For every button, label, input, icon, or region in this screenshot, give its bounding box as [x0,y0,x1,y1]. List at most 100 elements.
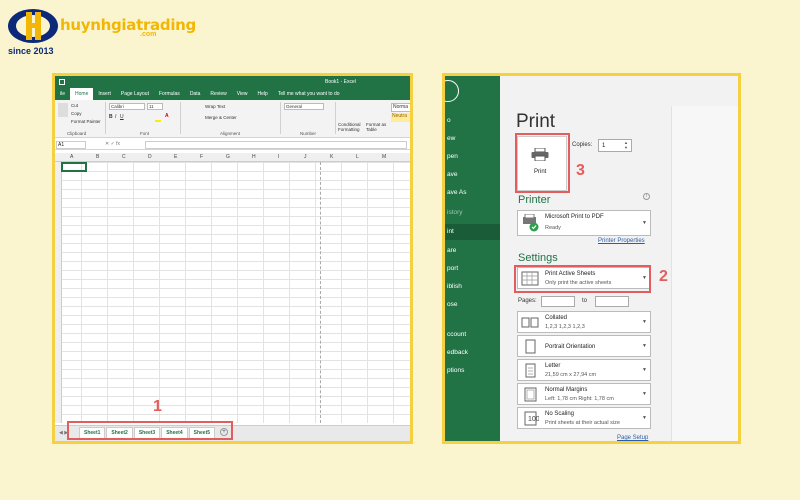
tab-file[interactable]: ile [55,88,70,100]
column-header[interactable]: H [252,154,256,160]
font-color-icon[interactable]: A [165,113,169,119]
printer-header: Printer [518,194,551,206]
svg-text:100: 100 [528,416,539,423]
page-break-line [320,162,321,423]
nav-options[interactable]: ptions [445,364,500,378]
underline-button[interactable]: U [120,114,124,120]
column-header[interactable]: B [96,154,99,160]
tab-help[interactable]: Help [253,88,273,100]
tab-home[interactable]: Home [70,88,94,100]
column-header[interactable]: F [200,154,203,160]
row-headers[interactable] [55,162,62,423]
column-header[interactable]: L [356,154,359,160]
font-name-select[interactable]: Calibri [109,103,145,110]
margins-select[interactable]: Normal Margins Left: 1,78 cm Right: 1,78… [517,383,651,405]
font-size-select[interactable]: 11 [147,103,163,110]
scaling-icon: 100 [521,411,539,426]
cut-button[interactable]: Cut [71,103,78,108]
column-headers: A B C D E F G H I J K L M [55,153,410,162]
number-group-label: Number [300,131,317,136]
wrap-text-button[interactable]: Wrap Text [205,104,225,109]
copy-button[interactable]: Copy [71,111,82,116]
column-header[interactable]: C [122,154,126,160]
nav-share[interactable]: are [445,244,500,258]
column-header[interactable]: A [70,154,73,160]
nav-info[interactable]: o [445,114,500,128]
ribbon: Cut Copy Format Painter Clipboard Calibr… [55,100,410,138]
copies-stepper[interactable]: ▲ ▼ [624,140,628,150]
clipboard-group-label: Clipboard [67,131,87,136]
backstage-nav: o ew pen ave ave As istory int are port … [445,76,500,441]
copies-label: Copies: [572,142,593,148]
tell-me-search[interactable]: Tell me what you want to do [273,88,345,100]
nav-new[interactable]: ew [445,132,500,146]
nav-open[interactable]: pen [445,150,500,164]
nav-close[interactable]: ose [445,298,500,312]
column-header[interactable]: E [174,154,177,160]
orientation-select[interactable]: Portrait Orientation ▼ [517,335,651,357]
printer-properties-link[interactable]: Printer Properties [598,238,645,244]
bold-button[interactable]: B [109,114,113,120]
back-arrow-icon[interactable] [445,80,459,102]
tab-data[interactable]: Data [185,88,206,100]
column-header[interactable]: M [382,154,386,160]
scaling-select[interactable]: 100 No Scaling Print sheets at their act… [517,407,651,429]
style-neutral[interactable]: Neutra [391,113,410,122]
collation-select[interactable]: Collated 1,2,3 1,2,3 1,2,3 ▼ [517,311,651,333]
formula-bar: A1 ✕ ✓ fx [55,139,410,150]
nav-save-as[interactable]: ave As [445,186,500,200]
column-header[interactable]: I [278,154,279,160]
settings-header: Settings [518,252,558,264]
cell-grid[interactable] [55,162,410,423]
nav-save[interactable]: ave [445,168,500,182]
style-normal[interactable]: Norma [391,103,410,112]
merge-center-button[interactable]: Merge & Center [205,115,237,120]
printer-select[interactable]: Microsoft Print to PDF Ready ▼ [517,210,651,236]
column-header[interactable]: G [226,154,230,160]
print-screenshot-panel: o ew pen ave ave As istory int are port … [442,73,741,444]
formula-input[interactable] [145,141,407,149]
tab-insert[interactable]: Insert [93,88,116,100]
nav-export[interactable]: port [445,262,500,276]
tab-view[interactable]: View [232,88,253,100]
tab-page-layout[interactable]: Page Layout [116,88,154,100]
step-number-3: 3 [576,162,585,179]
nav-account[interactable]: ccount [445,328,500,342]
save-icon[interactable] [59,79,65,85]
format-as-table-button[interactable]: Format as Table [366,122,388,132]
number-format-select[interactable]: General [284,103,324,110]
fill-color-icon[interactable] [155,120,161,122]
nav-publish[interactable]: iblish [445,280,500,294]
nav-feedback[interactable]: edback [445,346,500,360]
setting-subtitle: 21,59 cm x 27,94 cm [545,372,597,378]
paste-icon[interactable] [58,103,68,117]
setting-title: Collated [545,315,568,321]
step-number-1: 1 [153,398,162,415]
name-box[interactable]: A1 [56,141,86,149]
nav-print[interactable]: int [445,224,500,240]
tab-review[interactable]: Review [205,88,231,100]
conditional-formatting-button[interactable]: Conditional Formatting [338,122,364,132]
setting-title: Normal Margins [545,387,588,393]
chevron-down-icon: ▼ [642,367,647,373]
pages-to-input[interactable] [595,296,629,307]
alignment-group-label: Alignment [220,131,241,136]
italic-button[interactable]: I [115,114,116,120]
nav-history[interactable]: istory [445,206,500,220]
column-header[interactable]: D [148,154,152,160]
format-painter-button[interactable]: Format Painter [71,119,101,124]
paper-size-select[interactable]: Letter 21,59 cm x 27,94 cm ▼ [517,359,651,381]
setting-title: Portrait Orientation [545,344,596,350]
logo-text: huynhgiatrading [60,16,196,34]
column-header[interactable]: J [304,154,307,160]
printer-status: Ready [545,225,561,231]
tab-formulas[interactable]: Formulas [154,88,185,100]
active-cell[interactable] [61,162,87,172]
setting-title: No Scaling [545,411,575,417]
page-setup-link[interactable]: Page Setup [617,435,648,441]
column-header[interactable]: K [330,154,333,160]
info-icon[interactable]: i [643,193,650,200]
pages-from-input[interactable] [541,296,575,307]
highlight-box-settings [514,265,651,293]
paper-icon [521,363,539,378]
